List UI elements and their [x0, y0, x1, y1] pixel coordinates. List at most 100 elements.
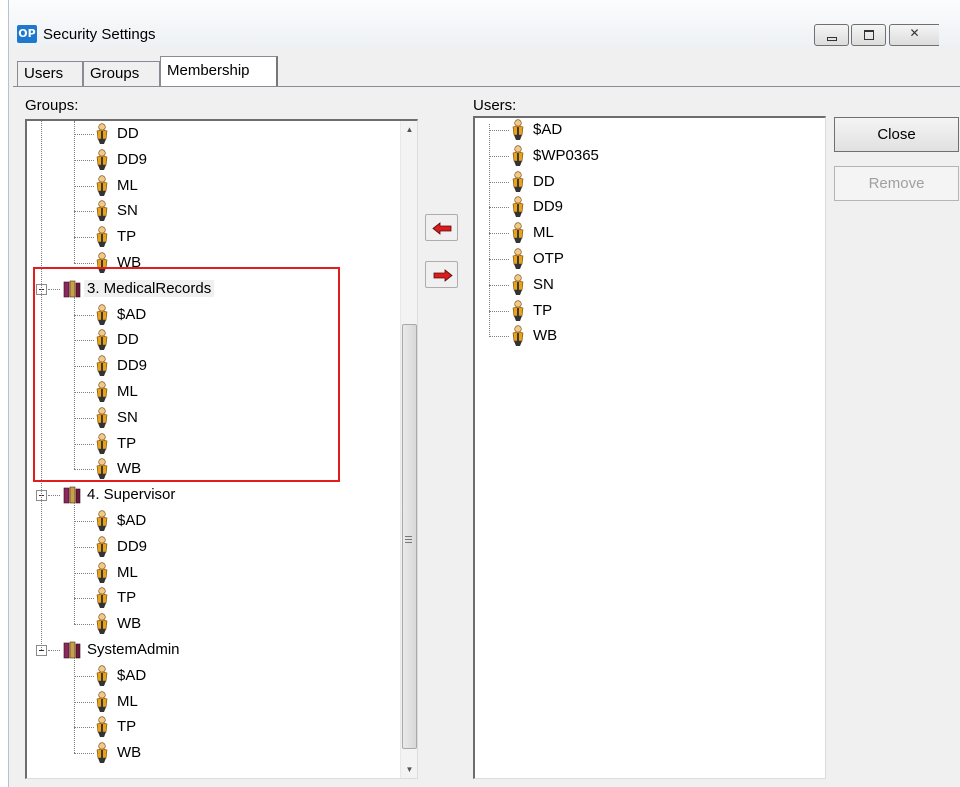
tree-connector-line	[74, 675, 94, 677]
tree-user-node[interactable]: SN	[27, 406, 397, 430]
tree-connector-line	[74, 211, 94, 213]
tree-user-node[interactable]: $AD	[27, 509, 397, 533]
user-icon	[95, 407, 109, 429]
tree-user-node[interactable]: WB	[27, 457, 397, 481]
tree-connector-line	[489, 130, 509, 131]
user-icon	[95, 561, 109, 584]
tree-connector-line	[74, 443, 94, 445]
scroll-down-icon[interactable]: ▼	[401, 761, 417, 778]
tree-group-node[interactable]: 3. MedicalRecords	[27, 277, 397, 301]
tree-node-label: $AD	[117, 305, 147, 323]
tree-user-node[interactable]: TP	[27, 586, 397, 610]
tree-user-node[interactable]: $AD	[27, 303, 397, 327]
tree-connector-line	[74, 121, 75, 263]
users-tree[interactable]: $AD $WP0365 DD DD9 ML OTP SN TP WB	[473, 116, 826, 779]
tab-groups[interactable]: Groups	[83, 61, 160, 86]
tree-group-node[interactable]: 4. Supervisor	[27, 483, 397, 507]
scroll-up-icon[interactable]: ▲	[401, 121, 417, 138]
users-list-item[interactable]: $WP0365	[475, 144, 805, 168]
users-list-item[interactable]: DD	[475, 170, 805, 194]
tree-node-label: ML	[533, 224, 554, 242]
add-to-group-button[interactable]	[425, 214, 458, 241]
tree-node-label: WB	[117, 460, 142, 478]
remove-button[interactable]: Remove	[834, 166, 959, 201]
tree-user-node[interactable]: ML	[27, 561, 397, 585]
tree-user-node[interactable]: WB	[27, 612, 397, 636]
window-title: Security Settings	[43, 26, 156, 43]
users-list-item[interactable]: SN	[475, 273, 805, 297]
tree-user-node[interactable]: SN	[27, 199, 397, 223]
minimize-button[interactable]	[814, 24, 849, 46]
maximize-icon	[864, 30, 874, 40]
group-icon	[62, 640, 82, 660]
tree-connector-line	[489, 181, 509, 183]
user-icon	[511, 170, 525, 193]
tree-user-node[interactable]: ML	[27, 174, 397, 198]
tree-node-label: SN	[117, 408, 138, 426]
arrow-left-icon	[432, 222, 452, 235]
user-icon	[511, 274, 525, 296]
tree-user-node[interactable]: DD	[27, 122, 397, 146]
close-window-button[interactable]: ✕	[889, 24, 939, 46]
user-icon	[511, 222, 525, 244]
maximize-button[interactable]	[851, 24, 886, 46]
tree-user-node[interactable]: TP	[27, 225, 397, 249]
groups-tree[interactable]: DD DD9 ML SN TP WB 3. MedicalRecords $AD DD DD9 ML…	[25, 119, 418, 779]
tree-group-node[interactable]: SystemAdmin	[27, 638, 397, 662]
tree-connector-line	[48, 650, 60, 651]
user-icon	[95, 200, 109, 222]
tab-membership[interactable]: Membership	[160, 56, 278, 87]
user-icon	[95, 303, 109, 326]
tree-user-node[interactable]: DD9	[27, 535, 397, 559]
users-list-item[interactable]: OTP	[475, 247, 805, 271]
tree-connector-line	[74, 546, 94, 548]
tree-node-label: SN	[533, 275, 554, 293]
tree-node-label: TP	[533, 301, 553, 319]
user-icon	[511, 325, 525, 347]
user-icon	[95, 742, 109, 764]
tree-user-node[interactable]: WB	[27, 251, 397, 275]
tree-connector-line	[74, 624, 94, 626]
security-settings-window: OP Security Settings ✕ Users Groups Memb…	[8, 0, 960, 787]
tree-node-label: ML	[117, 383, 138, 400]
users-list-item[interactable]: $AD	[475, 118, 805, 142]
users-list-item[interactable]: DD9	[475, 195, 805, 219]
tree-node-label: 4. Supervisor	[87, 486, 176, 504]
tree-connector-line	[48, 495, 60, 497]
tree-connector-line	[74, 392, 94, 393]
tree-connector-line	[74, 417, 94, 419]
arrow-right-icon	[433, 269, 453, 282]
users-list-item[interactable]: ML	[475, 221, 805, 245]
users-list-item[interactable]: TP	[475, 299, 805, 323]
tree-node-label: DD9	[117, 537, 148, 555]
tree-connector-line	[74, 701, 94, 703]
tree-connector-line	[41, 121, 42, 650]
remove-from-group-arrow-button[interactable]	[425, 261, 458, 288]
tree-user-node[interactable]: WB	[27, 741, 397, 765]
tree-user-node[interactable]: DD	[27, 328, 397, 352]
tree-user-node[interactable]: $AD	[27, 664, 397, 688]
tree-user-node[interactable]: ML	[27, 690, 397, 714]
tree-connector-line	[74, 727, 94, 729]
group-icon	[62, 485, 82, 505]
tree-node-label: DD9	[533, 198, 564, 216]
user-icon	[95, 613, 109, 635]
tree-connector-line	[489, 284, 509, 286]
tree-node-label: $AD	[117, 666, 147, 684]
tree-user-node[interactable]: TP	[27, 715, 397, 739]
groups-label: Groups:	[25, 97, 79, 114]
tree-node-label: TP	[117, 434, 137, 452]
users-list-item[interactable]: WB	[475, 324, 805, 348]
title-bar[interactable]: OP Security Settings ✕	[9, 0, 960, 46]
tab-users[interactable]: Users	[17, 61, 83, 86]
tree-user-node[interactable]: TP	[27, 432, 397, 456]
groups-scrollbar[interactable]: ▲ ▼	[400, 121, 417, 778]
tree-node-label: $AD	[533, 121, 563, 138]
tree-node-label: 3. MedicalRecords	[84, 279, 215, 297]
close-button[interactable]: Close	[834, 117, 959, 152]
tree-user-node[interactable]: ML	[27, 380, 397, 404]
tree-connector-line	[489, 336, 509, 338]
tree-connector-line	[74, 366, 94, 368]
tree-user-node[interactable]: DD9	[27, 148, 397, 172]
tree-user-node[interactable]: DD9	[27, 354, 397, 378]
